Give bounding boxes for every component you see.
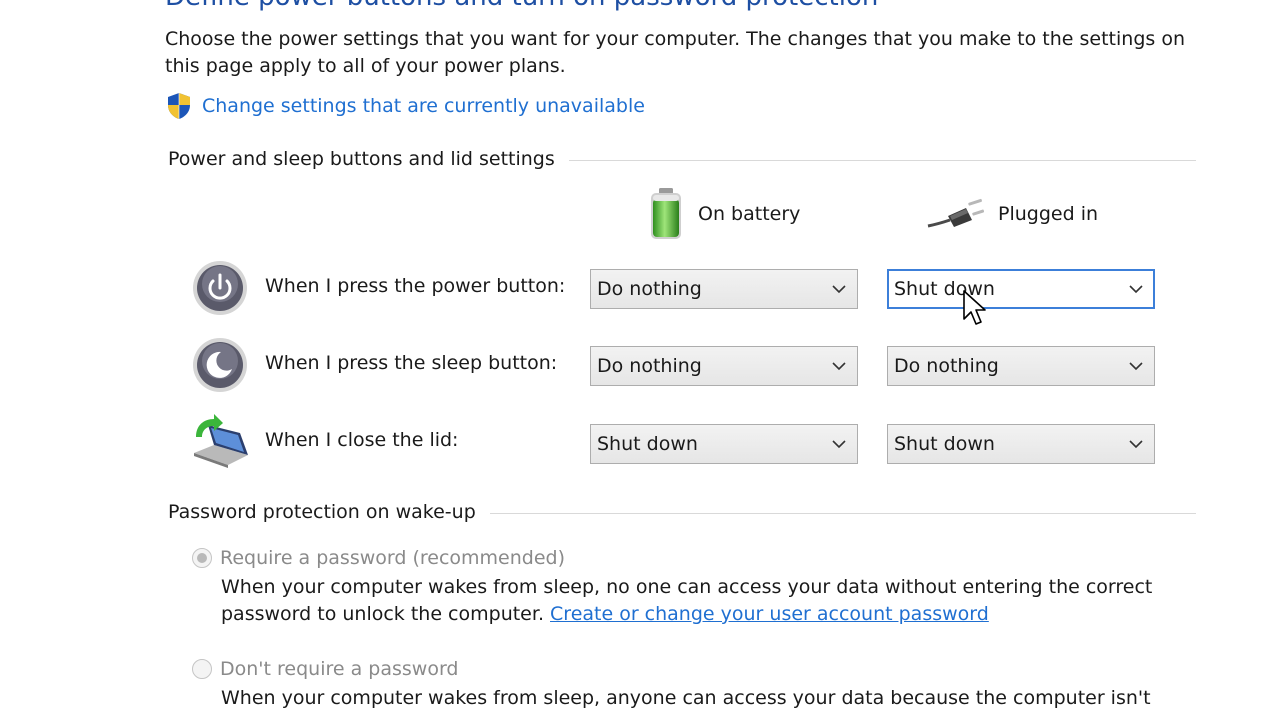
laptop-lid-icon <box>190 413 250 473</box>
create-password-link[interactable]: Create or change your user account passw… <box>550 603 989 625</box>
sleep-button-battery-dropdown[interactable]: Do nothing <box>590 346 858 386</box>
no-password-desc-text: When your computer wakes from sleep, any… <box>221 687 1151 709</box>
power-button-battery-dropdown[interactable]: Do nothing <box>590 269 858 309</box>
close-lid-label: When I close the lid: <box>265 429 459 451</box>
chevron-down-icon <box>830 435 848 453</box>
power-button-label: When I press the power button: <box>265 275 566 297</box>
require-password-label: Require a password (recommended) <box>220 547 566 569</box>
column-header-battery: On battery <box>648 186 800 242</box>
chevron-down-icon <box>1127 435 1145 453</box>
buttons-section-title: Power and sleep buttons and lid settings <box>168 148 555 170</box>
radio-selected-icon[interactable] <box>192 548 212 568</box>
power-icon <box>190 259 250 319</box>
dropdown-value: Do nothing <box>894 355 999 377</box>
dropdown-value: Shut down <box>894 433 995 455</box>
chevron-down-icon <box>1127 357 1145 375</box>
buttons-section-header: Power and sleep buttons and lid settings <box>168 146 1196 172</box>
intro-text: Choose the power settings that you want … <box>165 28 1185 77</box>
sleep-button-label: When I press the sleep button: <box>265 352 558 374</box>
password-section-title: Password protection on wake-up <box>168 501 476 523</box>
uac-shield-icon <box>166 92 192 120</box>
no-password-option[interactable]: Don't require a password <box>192 654 458 684</box>
change-unavailable-settings-link[interactable]: Change settings that are currently unava… <box>166 90 645 122</box>
close-lid-plugged-dropdown[interactable]: Shut down <box>887 424 1155 464</box>
page-title: Define power buttons and turn on passwor… <box>165 0 878 12</box>
section-divider <box>568 159 1196 161</box>
chevron-down-icon <box>830 280 848 298</box>
change-unavailable-settings-label: Change settings that are currently unava… <box>202 95 645 117</box>
mouse-pointer-icon <box>962 289 986 327</box>
section-divider <box>489 512 1196 514</box>
sleep-button-plugged-dropdown[interactable]: Do nothing <box>887 346 1155 386</box>
battery-icon <box>648 187 684 241</box>
sleep-icon <box>190 336 250 396</box>
chevron-down-icon <box>830 357 848 375</box>
column-label-plugged: Plugged in <box>998 203 1099 225</box>
no-password-label: Don't require a password <box>220 658 459 680</box>
close-lid-battery-dropdown[interactable]: Shut down <box>590 424 858 464</box>
power-plug-icon <box>926 194 985 234</box>
power-button-plugged-dropdown[interactable]: Shut down <box>887 269 1155 309</box>
no-password-description: When your computer wakes from sleep, any… <box>221 685 1181 712</box>
column-header-plugged: Plugged in <box>926 186 1098 242</box>
require-password-option[interactable]: Require a password (recommended) <box>192 543 565 573</box>
password-section-header: Password protection on wake-up <box>168 499 1196 525</box>
require-password-description: When your computer wakes from sleep, no … <box>221 574 1181 628</box>
radio-unselected-icon[interactable] <box>192 659 212 679</box>
chevron-down-icon <box>1127 280 1145 298</box>
dropdown-value: Do nothing <box>597 278 702 300</box>
dropdown-value: Do nothing <box>597 355 702 377</box>
dropdown-value: Shut down <box>597 433 698 455</box>
column-label-battery: On battery <box>698 203 801 225</box>
